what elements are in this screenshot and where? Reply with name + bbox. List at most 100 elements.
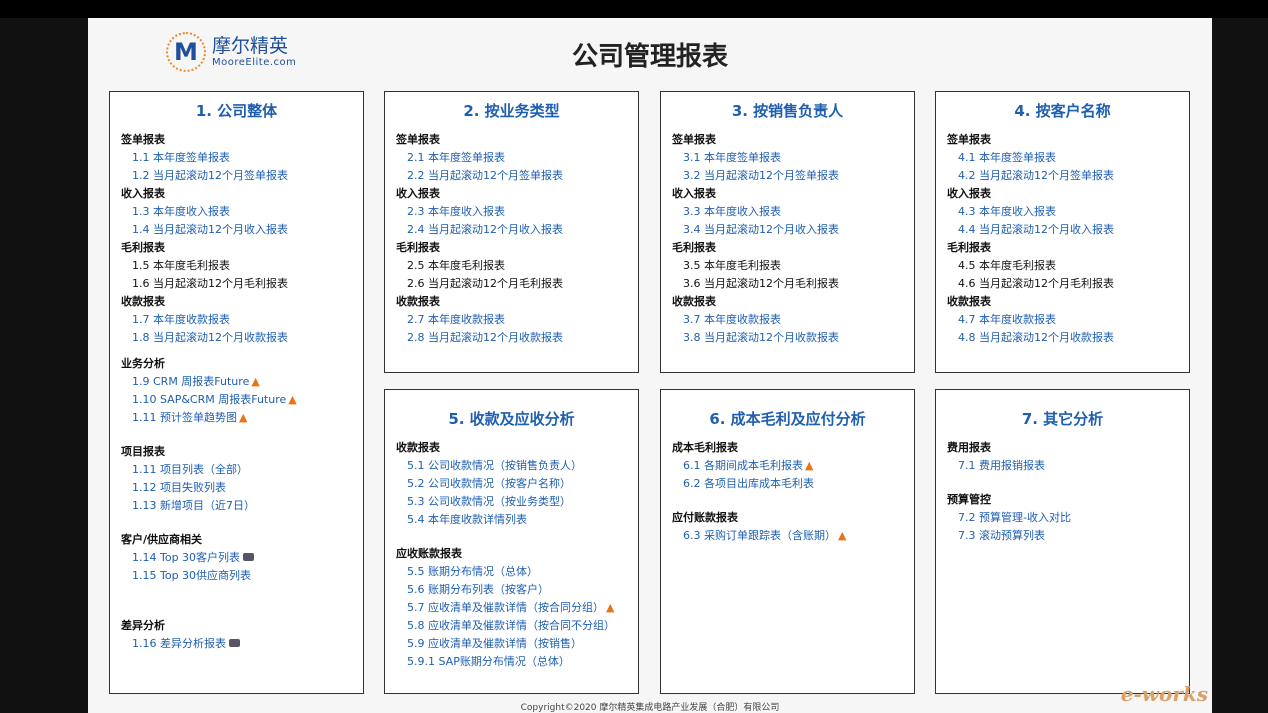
report-link[interactable]: 3.6 当月起滚动12个月毛利报表: [661, 275, 914, 293]
report-link[interactable]: 7.1 费用报销报表: [936, 457, 1189, 475]
section-heading-label: 收入报表: [672, 187, 716, 200]
report-link-label: 1.12 项目失败列表: [132, 481, 226, 494]
report-link[interactable]: 3.7 本年度收款报表: [661, 311, 914, 329]
report-link[interactable]: 1.10 SAP&CRM 周报表Future ▲: [110, 391, 363, 409]
section-heading: 应付账款报表: [661, 509, 914, 527]
report-link[interactable]: 4.4 当月起滚动12个月收入报表: [936, 221, 1189, 239]
report-link-label: 3.3 本年度收入报表: [683, 205, 781, 218]
report-link[interactable]: 5.5 账期分布情况（总体）: [385, 563, 638, 581]
report-link[interactable]: 3.5 本年度毛利报表: [661, 257, 914, 275]
report-link-label: 5.8 应收清单及催款详情（按合同不分组）: [407, 619, 615, 632]
section-heading-label: 应收账款报表: [396, 547, 462, 560]
report-link[interactable]: 2.3 本年度收入报表: [385, 203, 638, 221]
report-link[interactable]: 2.5 本年度毛利报表: [385, 257, 638, 275]
report-link-label: 1.5 本年度毛利报表: [132, 259, 230, 272]
report-link-label: 4.1 本年度签单报表: [958, 151, 1056, 164]
report-link[interactable]: 2.8 当月起滚动12个月收款报表: [385, 329, 638, 347]
section-heading: 签单报表: [385, 131, 638, 149]
section-heading-label: 收款报表: [396, 295, 440, 308]
section-heading-label: 收款报表: [947, 295, 991, 308]
panel-title: 5. 收款及应收分析: [448, 410, 575, 428]
report-link[interactable]: 1.9 CRM 周报表Future ▲: [110, 373, 363, 391]
report-link[interactable]: 4.8 当月起滚动12个月收款报表: [936, 329, 1189, 347]
report-link[interactable]: 3.8 当月起滚动12个月收款报表: [661, 329, 914, 347]
report-link[interactable]: 7.2 预算管理-收入对比: [936, 509, 1189, 527]
report-link[interactable]: 1.6 当月起滚动12个月毛利报表: [110, 275, 363, 293]
report-link[interactable]: 4.1 本年度签单报表: [936, 149, 1189, 167]
report-link[interactable]: 1.1 本年度签单报表: [110, 149, 363, 167]
report-link-label: 4.4 当月起滚动12个月收入报表: [958, 223, 1114, 236]
report-link[interactable]: 6.3 采购订单跟踪表（含账期） ▲: [661, 527, 914, 545]
report-link[interactable]: 4.7 本年度收款报表: [936, 311, 1189, 329]
report-link[interactable]: 5.7 应收清单及催款详情（按合同分组） ▲: [385, 599, 638, 617]
report-link-label: 5.7 应收清单及催款详情（按合同分组）: [407, 601, 604, 614]
report-link[interactable]: 4.6 当月起滚动12个月毛利报表: [936, 275, 1189, 293]
report-link[interactable]: 2.6 当月起滚动12个月毛利报表: [385, 275, 638, 293]
report-link[interactable]: 4.2 当月起滚动12个月签单报表: [936, 167, 1189, 185]
section-heading: 收款报表: [110, 293, 363, 311]
report-link[interactable]: 6.1 各期间成本毛利报表 ▲: [661, 457, 914, 475]
report-link-label: 4.8 当月起滚动12个月收款报表: [958, 331, 1114, 344]
report-link[interactable]: 6.2 各项目出库成本毛利表: [661, 475, 914, 493]
panel-title: 3. 按销售负责人: [731, 102, 844, 120]
report-link[interactable]: 3.3 本年度收入报表: [661, 203, 914, 221]
report-link-label: 1.6 当月起滚动12个月毛利报表: [132, 277, 288, 290]
report-link[interactable]: 7.3 滚动预算列表: [936, 527, 1189, 545]
section-heading-label: 费用报表: [947, 441, 991, 454]
report-link[interactable]: 1.4 当月起滚动12个月收入报表: [110, 221, 363, 239]
report-link-label: 4.6 当月起滚动12个月毛利报表: [958, 277, 1114, 290]
report-link-label: 4.5 本年度毛利报表: [958, 259, 1056, 272]
section-heading: 收款报表: [661, 293, 914, 311]
report-link[interactable]: 1.5 本年度毛利报表: [110, 257, 363, 275]
report-link-label: 5.3 公司收款情况（按业务类型）: [407, 495, 571, 508]
report-link-label: 2.6 当月起滚动12个月毛利报表: [407, 277, 563, 290]
section-heading-label: 毛利报表: [121, 241, 165, 254]
report-link[interactable]: 1.8 当月起滚动12个月收款报表: [110, 329, 363, 347]
report-link[interactable]: 3.1 本年度签单报表: [661, 149, 914, 167]
report-link[interactable]: 5.8 应收清单及催款详情（按合同不分组）: [385, 617, 638, 635]
report-link[interactable]: 5.3 公司收款情况（按业务类型）: [385, 493, 638, 511]
report-link[interactable]: 1.11 预计签单趋势图 ▲: [110, 409, 363, 427]
report-link[interactable]: 2.4 当月起滚动12个月收入报表: [385, 221, 638, 239]
report-link[interactable]: 5.2 公司收款情况（按客户名称）: [385, 475, 638, 493]
report-link[interactable]: 2.1 本年度签单报表: [385, 149, 638, 167]
report-link[interactable]: 5.6 账期分布列表（按客户）: [385, 581, 638, 599]
report-link[interactable]: 1.12 项目失败列表: [110, 479, 363, 497]
report-link-label: 5.4 本年度收款详情列表: [407, 513, 527, 526]
report-link[interactable]: 1.3 本年度收入报表: [110, 203, 363, 221]
report-link-label: 1.13 新增项目（近7日）: [132, 499, 255, 512]
report-link[interactable]: 1.11 项目列表（全部）: [110, 461, 363, 479]
report-link[interactable]: 2.7 本年度收款报表: [385, 311, 638, 329]
report-link[interactable]: 4.3 本年度收入报表: [936, 203, 1189, 221]
new-badge-icon: [243, 553, 255, 561]
report-link-label: 5.6 账期分布列表（按客户）: [407, 583, 549, 596]
report-link-label: 2.2 当月起滚动12个月签单报表: [407, 169, 563, 182]
report-link[interactable]: 1.16 差异分析报表: [110, 635, 363, 653]
report-link[interactable]: 1.2 当月起滚动12个月签单报表: [110, 167, 363, 185]
report-link[interactable]: 1.15 Top 30供应商列表: [110, 567, 363, 585]
section-heading: 收入报表: [936, 185, 1189, 203]
report-link[interactable]: 1.13 新增项目（近7日）: [110, 497, 363, 515]
section-heading-label: 应付账款报表: [672, 511, 738, 524]
report-link[interactable]: 5.9 应收清单及催款详情（按销售）: [385, 635, 638, 653]
section-heading: 收款报表: [385, 439, 638, 457]
report-link-label: 7.1 费用报销报表: [958, 459, 1045, 472]
report-link[interactable]: 2.2 当月起滚动12个月签单报表: [385, 167, 638, 185]
report-link-label: 3.4 当月起滚动12个月收入报表: [683, 223, 839, 236]
report-link[interactable]: 1.14 Top 30客户列表: [110, 549, 363, 567]
report-link[interactable]: 3.4 当月起滚动12个月收入报表: [661, 221, 914, 239]
report-link[interactable]: 5.9.1 SAP账期分布情况（总体）: [385, 653, 638, 671]
section-heading: 毛利报表: [385, 239, 638, 257]
panel-customer-name: 4. 按客户名称 签单报表 4.1 本年度签单报表 4.2 当月起滚动12个月签单报表…: [935, 91, 1190, 373]
report-link[interactable]: 3.2 当月起滚动12个月签单报表: [661, 167, 914, 185]
panel-title: 4. 按客户名称: [1014, 102, 1111, 120]
report-link[interactable]: 4.5 本年度毛利报表: [936, 257, 1189, 275]
report-link[interactable]: 5.4 本年度收款详情列表: [385, 511, 638, 529]
report-link[interactable]: 1.7 本年度收款报表: [110, 311, 363, 329]
report-link[interactable]: 5.1 公司收款情况（按销售负责人）: [385, 457, 638, 475]
report-link-label: 3.5 本年度毛利报表: [683, 259, 781, 272]
